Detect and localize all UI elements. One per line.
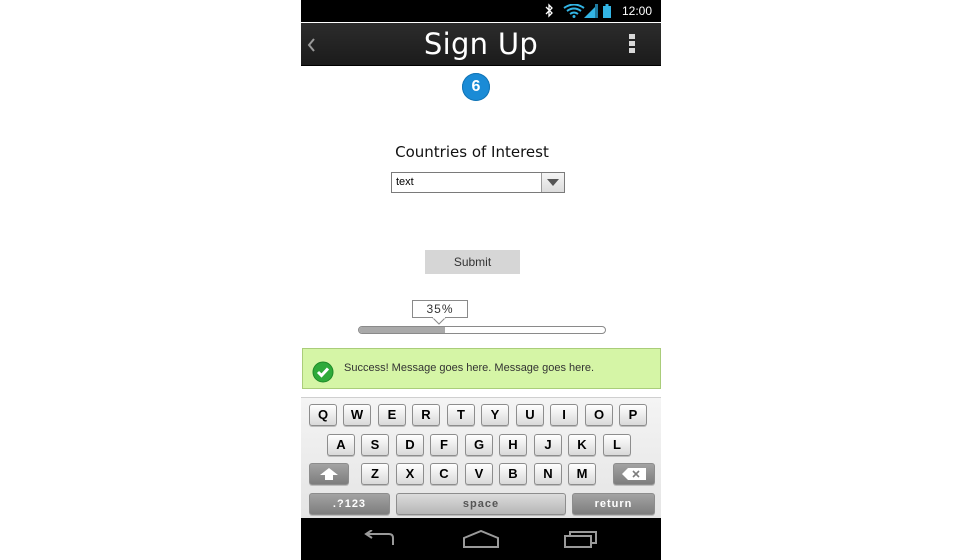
overflow-menu-icon[interactable]	[629, 34, 637, 56]
dropdown-arrow-icon[interactable]	[541, 173, 564, 192]
key-d[interactable]: D	[396, 434, 424, 456]
status-bar: 12:00	[301, 0, 661, 22]
key-e[interactable]: E	[378, 404, 406, 426]
submit-button[interactable]: Submit	[425, 250, 520, 274]
key-b[interactable]: B	[499, 463, 527, 485]
signal-icon	[584, 4, 598, 18]
key-v[interactable]: V	[465, 463, 493, 485]
key-u[interactable]: U	[516, 404, 544, 426]
key-y[interactable]: Y	[481, 404, 509, 426]
key-w[interactable]: W	[343, 404, 371, 426]
countries-label: Countries of Interest	[395, 143, 549, 161]
key-f[interactable]: F	[430, 434, 458, 456]
checkmark-icon	[312, 361, 334, 383]
key-j[interactable]: J	[534, 434, 562, 456]
navigation-bar	[301, 518, 661, 560]
symbols-key[interactable]: .?123	[309, 493, 390, 515]
progress-pointer-icon	[432, 317, 446, 325]
key-z[interactable]: Z	[361, 463, 389, 485]
page-title: Sign Up	[423, 27, 539, 61]
status-time: 12:00	[621, 4, 652, 18]
key-c[interactable]: C	[430, 463, 458, 485]
backspace-icon	[622, 468, 646, 480]
home-icon[interactable]	[462, 530, 500, 548]
progress-fill	[359, 327, 446, 333]
key-t[interactable]: T	[447, 404, 475, 426]
key-m[interactable]: M	[568, 463, 596, 485]
key-q[interactable]: Q	[309, 404, 337, 426]
key-k[interactable]: K	[568, 434, 596, 456]
success-text: Success! Message goes here. Message goes…	[344, 362, 595, 374]
shift-key[interactable]	[309, 463, 349, 485]
key-g[interactable]: G	[465, 434, 493, 456]
space-key[interactable]: space	[396, 493, 566, 515]
return-key[interactable]: return	[572, 493, 655, 515]
wifi-icon	[563, 4, 585, 18]
key-n[interactable]: N	[534, 463, 562, 485]
backspace-key[interactable]	[613, 463, 655, 485]
progress-bar	[358, 326, 606, 334]
key-s[interactable]: S	[361, 434, 389, 456]
action-bar: Sign Up	[301, 23, 661, 66]
shift-arrow-icon	[320, 468, 338, 480]
select-value: text	[396, 176, 414, 188]
battery-icon	[603, 4, 611, 18]
key-a[interactable]: A	[327, 434, 355, 456]
back-icon[interactable]	[363, 530, 397, 548]
key-h[interactable]: H	[499, 434, 527, 456]
key-x[interactable]: X	[396, 463, 424, 485]
key-i[interactable]: I	[550, 404, 578, 426]
keyboard: Q W E R T Y U I O P A S D F G H J K L Z …	[301, 397, 661, 519]
key-o[interactable]: O	[585, 404, 613, 426]
progress-label: 35%	[412, 300, 468, 318]
phone-screen: 12:00 Sign Up 6 Countries of Interest te…	[301, 0, 661, 560]
key-l[interactable]: L	[603, 434, 631, 456]
key-r[interactable]: R	[412, 404, 440, 426]
countries-select[interactable]: text	[391, 172, 565, 193]
recent-apps-icon[interactable]	[563, 530, 599, 548]
bluetooth-icon	[545, 3, 553, 18]
success-message: Success! Message goes here. Message goes…	[302, 348, 661, 389]
key-p[interactable]: P	[619, 404, 647, 426]
step-badge: 6	[462, 73, 490, 101]
